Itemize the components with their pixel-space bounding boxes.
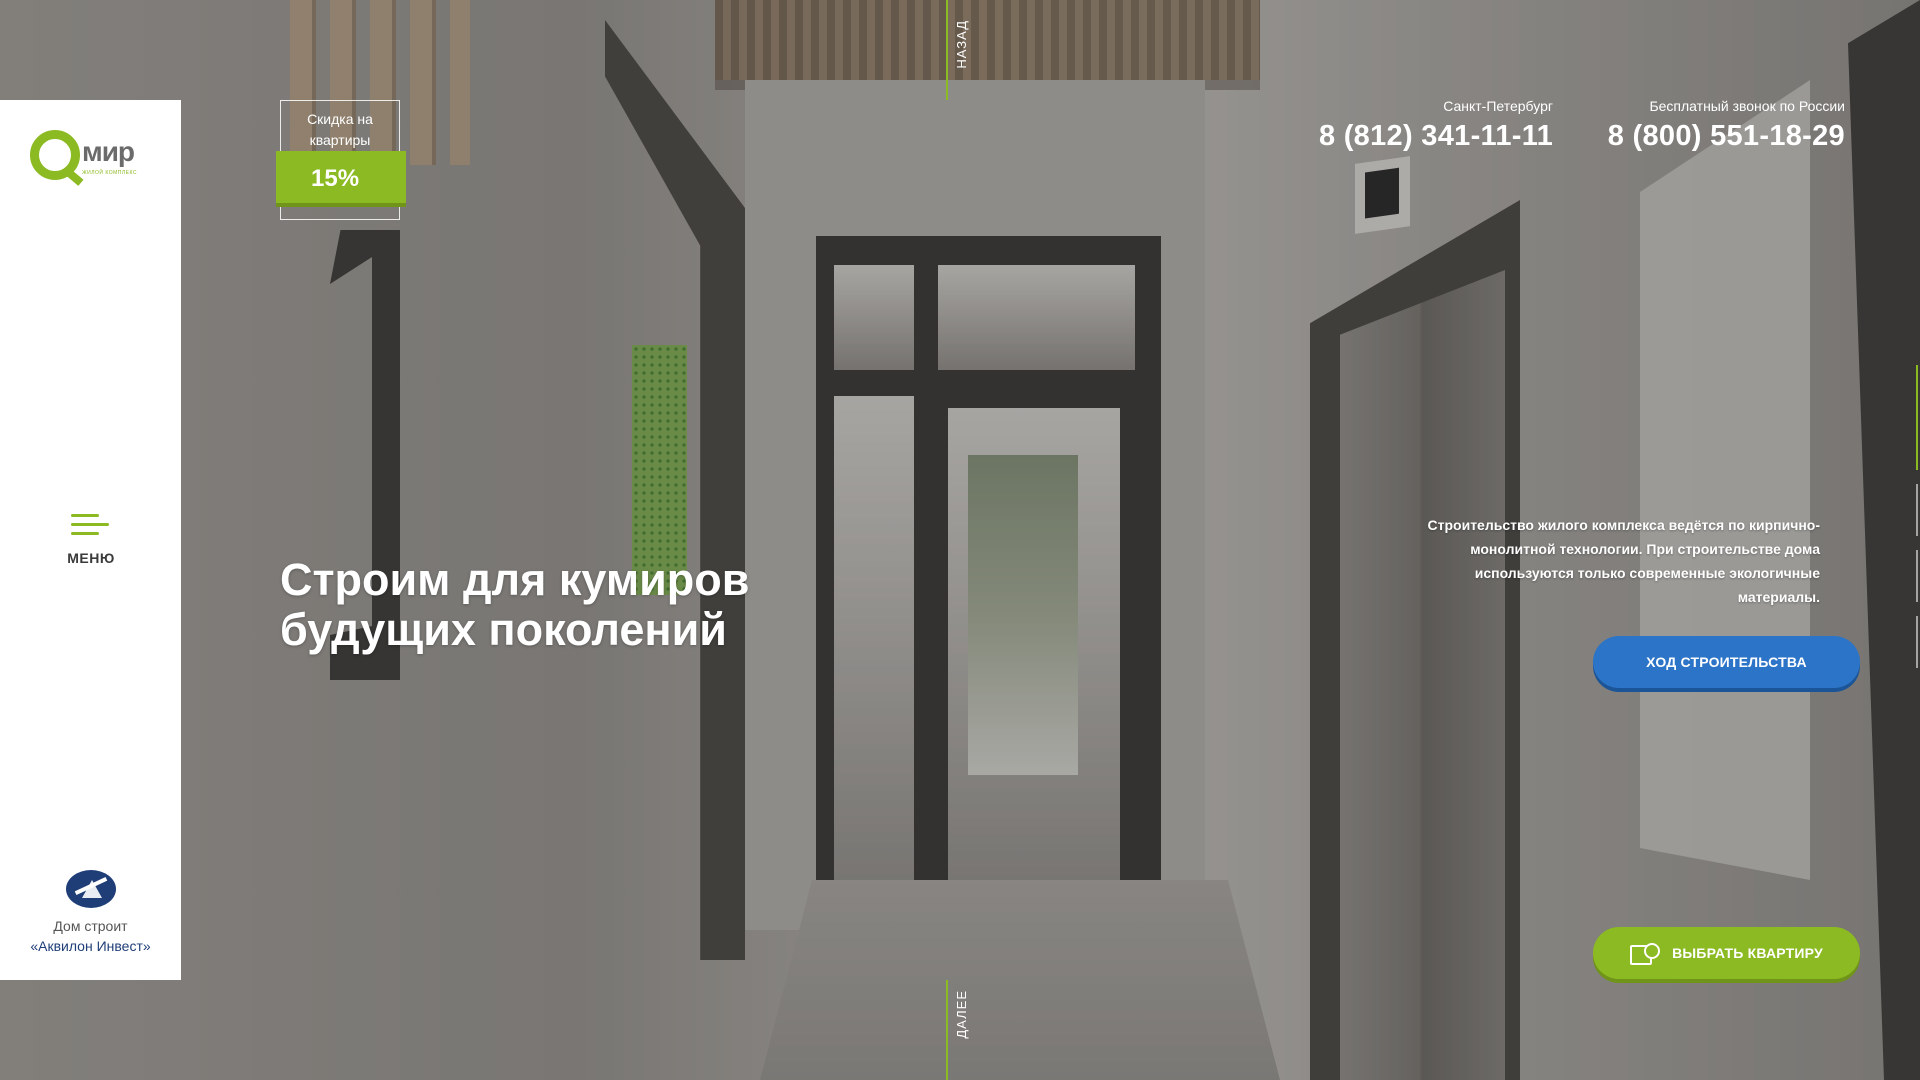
phone-free-caption: Бесплатный звонок по России xyxy=(1649,98,1845,114)
discount-badge[interactable]: Скидка на квартиры 15% xyxy=(276,100,406,220)
slide-dot[interactable] xyxy=(1916,484,1918,536)
phone-spb: Санкт-Петербург 8 (812) 341-11-11 xyxy=(1319,98,1553,153)
slide-dot[interactable] xyxy=(1916,616,1918,668)
phone-spb-number[interactable]: 8 (812) 341-11-11 xyxy=(1319,120,1553,153)
slide-dot[interactable] xyxy=(1916,365,1918,470)
phone-free: Бесплатный звонок по России 8 (800) 551-… xyxy=(1608,98,1845,153)
nav-next-label[interactable]: ДАЛЕЕ xyxy=(954,990,969,1039)
nav-next[interactable]: ДАЛЕЕ xyxy=(946,980,969,1080)
logo-subtext: ЖИЛОЙ КОМПЛЕКС xyxy=(82,170,137,176)
construction-progress-button[interactable]: ХОД СТРОИТЕЛЬСТВА xyxy=(1593,636,1860,688)
nav-back-label[interactable]: НАЗАД xyxy=(954,20,969,69)
menu-button[interactable]: МЕНЮ xyxy=(50,510,132,570)
building-search-icon xyxy=(1630,941,1662,965)
builder-info[interactable]: Дом строит «Аквилон Инвест» xyxy=(0,870,181,956)
phone-spb-caption: Санкт-Петербург xyxy=(1443,98,1553,114)
slide-dot[interactable] xyxy=(1916,550,1918,602)
hero-info-text: Строительство жилого комплекса ведётся п… xyxy=(1427,517,1820,605)
hero-headline: Строим для кумиров будущих поколений xyxy=(280,554,750,655)
choose-apartment-button[interactable]: ВЫБРАТЬ КВАРТИРУ xyxy=(1593,927,1860,979)
hamburger-icon xyxy=(71,514,109,538)
choose-apartment-label: ВЫБРАТЬ КВАРТИРУ xyxy=(1672,945,1823,961)
phone-free-number[interactable]: 8 (800) 551-18-29 xyxy=(1608,120,1845,153)
builder-text: Дом строит «Аквилон Инвест» xyxy=(0,916,181,956)
discount-label: Скидка на квартиры xyxy=(307,111,373,148)
nav-back[interactable]: НАЗАД xyxy=(946,0,969,100)
logo-text: мир xyxy=(82,136,135,167)
logo-q-mark xyxy=(30,130,80,180)
construction-progress-label: ХОД СТРОИТЕЛЬСТВА xyxy=(1646,654,1807,670)
q-mir-logo[interactable]: мир ЖИЛОЙ КОМПЛЕКС xyxy=(30,130,155,182)
slide-indicator xyxy=(1910,365,1920,682)
builder-line1: Дом строит xyxy=(53,918,128,934)
builder-line2: «Аквилон Инвест» xyxy=(30,938,151,954)
akvilon-logo xyxy=(65,870,116,908)
sidebar: мир ЖИЛОЙ КОМПЛЕКС МЕНЮ Дом строит «Акви… xyxy=(0,100,181,980)
menu-label: МЕНЮ xyxy=(67,550,115,566)
discount-value: 15% xyxy=(276,151,406,203)
